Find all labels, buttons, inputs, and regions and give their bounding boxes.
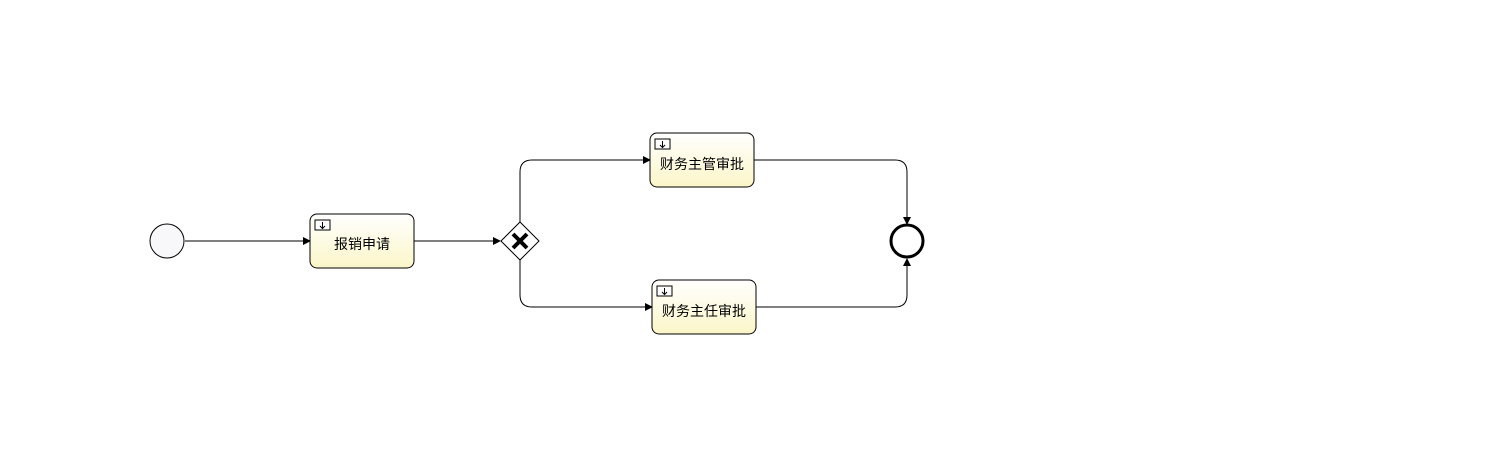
flow-manager-to-end[interactable]	[754, 159, 911, 225]
flow-gateway-to-manager[interactable]	[519, 156, 651, 222]
flow-director-to-end[interactable]	[756, 258, 911, 308]
task-director-approval[interactable]: 财务主任审批	[651, 279, 757, 335]
task-manager-label: 财务主管审批	[660, 157, 744, 173]
task-apply-label: 报销申请	[334, 237, 390, 253]
task-manager-approval[interactable]: 财务主管审批	[649, 132, 755, 188]
user-task-icon	[314, 219, 331, 231]
user-task-icon	[656, 285, 673, 297]
process-diagram: 报销申请 财务主管审批 财务主任审批	[149, 132, 925, 335]
start-event[interactable]	[149, 223, 185, 259]
user-task-icon	[654, 138, 671, 150]
task-apply[interactable]: 报销申请	[309, 213, 415, 269]
end-event[interactable]	[889, 223, 925, 259]
exclusive-gateway[interactable]	[500, 221, 540, 261]
flow-gateway-to-director[interactable]	[519, 260, 653, 311]
task-director-label: 财务主任审批	[662, 304, 746, 320]
sequence-flows	[185, 156, 911, 311]
